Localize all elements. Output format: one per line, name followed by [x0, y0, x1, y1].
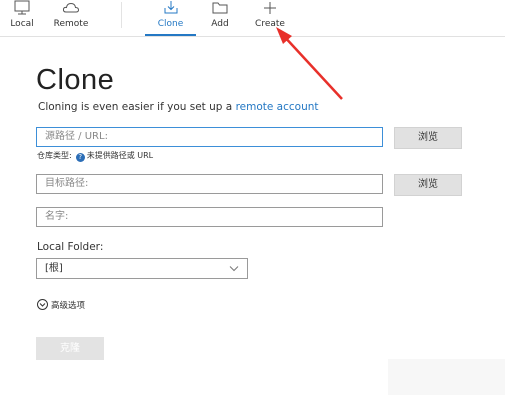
subtitle-text: Cloning is even easier if you set up a — [38, 101, 233, 113]
help-icon: ? — [75, 153, 85, 162]
browse-target-button[interactable]: 浏览 — [394, 174, 462, 196]
chevron-down-icon — [229, 266, 239, 272]
advanced-options-toggle[interactable]: 高级选项 — [37, 299, 85, 311]
browse-source-button[interactable]: 浏览 — [394, 127, 462, 149]
local-folder-value: [根] — [45, 263, 63, 274]
page-subtitle: Cloning is even easier if you set up a r… — [38, 101, 319, 113]
name-placeholder: 名字: — [45, 211, 69, 222]
remote-account-link[interactable]: remote account — [236, 101, 319, 113]
local-folder-select[interactable]: [根] — [36, 258, 248, 279]
repo-type-label: 仓库类型: — [37, 151, 72, 160]
source-url-input[interactable]: 源路径 / URL: — [36, 127, 383, 147]
chevron-circle-icon — [37, 299, 48, 310]
repo-type: 仓库类型:? 未提供路径或 URL — [37, 150, 153, 162]
page-title: Clone — [36, 64, 115, 96]
target-path-input[interactable]: 目标路径: — [36, 174, 383, 194]
advanced-options-label: 高级选项 — [51, 301, 86, 311]
clone-button[interactable]: 克隆 — [36, 337, 104, 360]
source-url-placeholder: 源路径 / URL: — [45, 131, 108, 142]
target-path-placeholder: 目标路径: — [45, 178, 89, 189]
name-input[interactable]: 名字: — [36, 207, 383, 227]
repo-type-value: 未提供路径或 URL — [86, 151, 154, 160]
local-folder-label: Local Folder: — [37, 241, 104, 253]
watermark — [388, 359, 505, 395]
annotation-arrow — [276, 27, 343, 100]
